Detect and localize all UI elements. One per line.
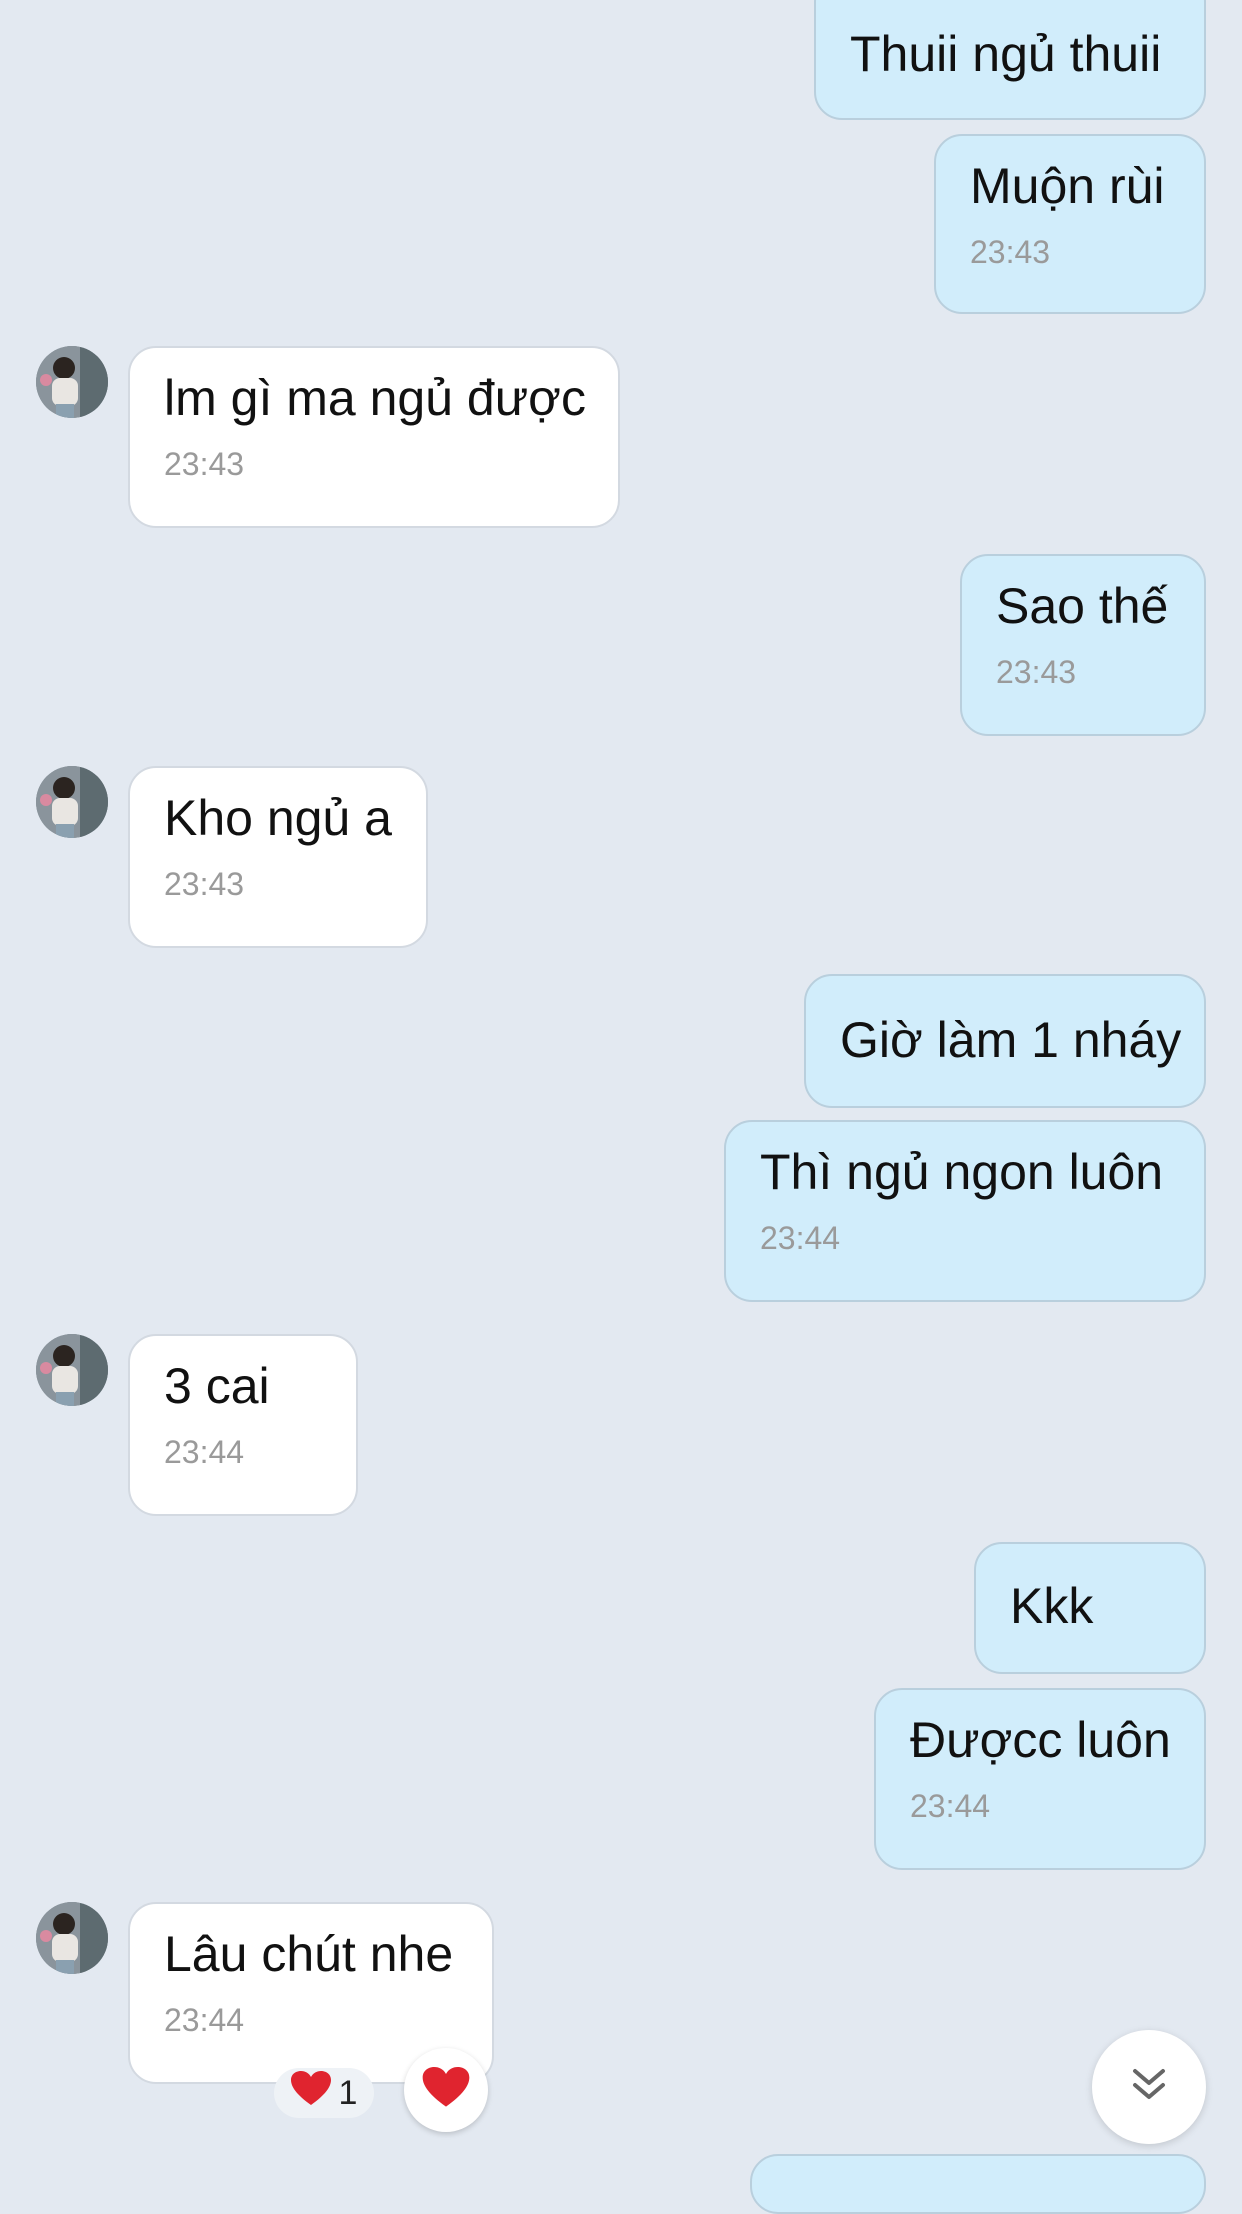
contact-avatar[interactable] (36, 1334, 108, 1406)
contact-avatar[interactable] (36, 346, 108, 418)
message-text: Giờ làm 1 nháy (840, 1012, 1182, 1068)
double-chevron-down-icon (1129, 2065, 1169, 2110)
heart-icon (290, 2070, 331, 2116)
contact-avatar[interactable] (36, 1902, 108, 1974)
contact-avatar[interactable] (36, 766, 108, 838)
message-bubble-outgoing[interactable]: Thuii ngủ thuii (814, 0, 1206, 120)
message-text: Thuii ngủ thuii (850, 26, 1162, 82)
message-text: Đượcc luôn (910, 1712, 1171, 1768)
message-text: Kho ngủ a (164, 790, 392, 846)
message-bubble-outgoing[interactable]: Muộn rùi 23:43 (934, 134, 1206, 314)
message-timestamp: 23:44 (910, 1788, 991, 1824)
message-text: lm gì ma ngủ được (164, 370, 586, 426)
message-text: Lâu chút nhe (164, 1926, 454, 1982)
message-timestamp: 23:43 (970, 234, 1051, 270)
reaction-summary[interactable]: 1 (274, 2068, 374, 2118)
message-text: Sao thế (996, 578, 1169, 634)
message-timestamp: 23:43 (164, 446, 245, 482)
message-timestamp: 23:43 (996, 654, 1077, 690)
message-timestamp: 23:44 (164, 1434, 245, 1470)
message-bubble-incoming[interactable]: 3 cai 23:44 (128, 1334, 358, 1516)
message-text: Muộn rùi (970, 158, 1165, 214)
message-timestamp: 23:44 (164, 2002, 245, 2038)
message-timestamp: 23:44 (760, 1220, 841, 1256)
message-text: Kkk (1010, 1578, 1094, 1634)
message-bubble-outgoing-partial[interactable] (750, 2154, 1206, 2214)
message-text: 3 cai (164, 1358, 270, 1414)
message-timestamp: 23:43 (164, 866, 245, 902)
scroll-to-bottom-button[interactable] (1092, 2030, 1206, 2144)
message-bubble-outgoing[interactable]: Giờ làm 1 nháy (804, 974, 1206, 1108)
message-bubble-outgoing[interactable]: Thì ngủ ngon luôn 23:44 (724, 1120, 1206, 1302)
message-text: Thì ngủ ngon luôn (760, 1144, 1164, 1200)
message-bubble-incoming[interactable]: lm gì ma ngủ được 23:43 (128, 346, 620, 528)
message-bubble-outgoing[interactable]: Kkk (974, 1542, 1206, 1674)
reaction-count: 1 (338, 2073, 358, 2112)
message-bubble-outgoing[interactable]: Đượcc luôn 23:44 (874, 1688, 1206, 1870)
heart-icon (422, 2066, 470, 2114)
message-bubble-incoming[interactable]: Kho ngủ a 23:43 (128, 766, 428, 948)
message-bubble-outgoing[interactable]: Sao thế 23:43 (960, 554, 1206, 736)
react-button[interactable] (404, 2048, 488, 2132)
